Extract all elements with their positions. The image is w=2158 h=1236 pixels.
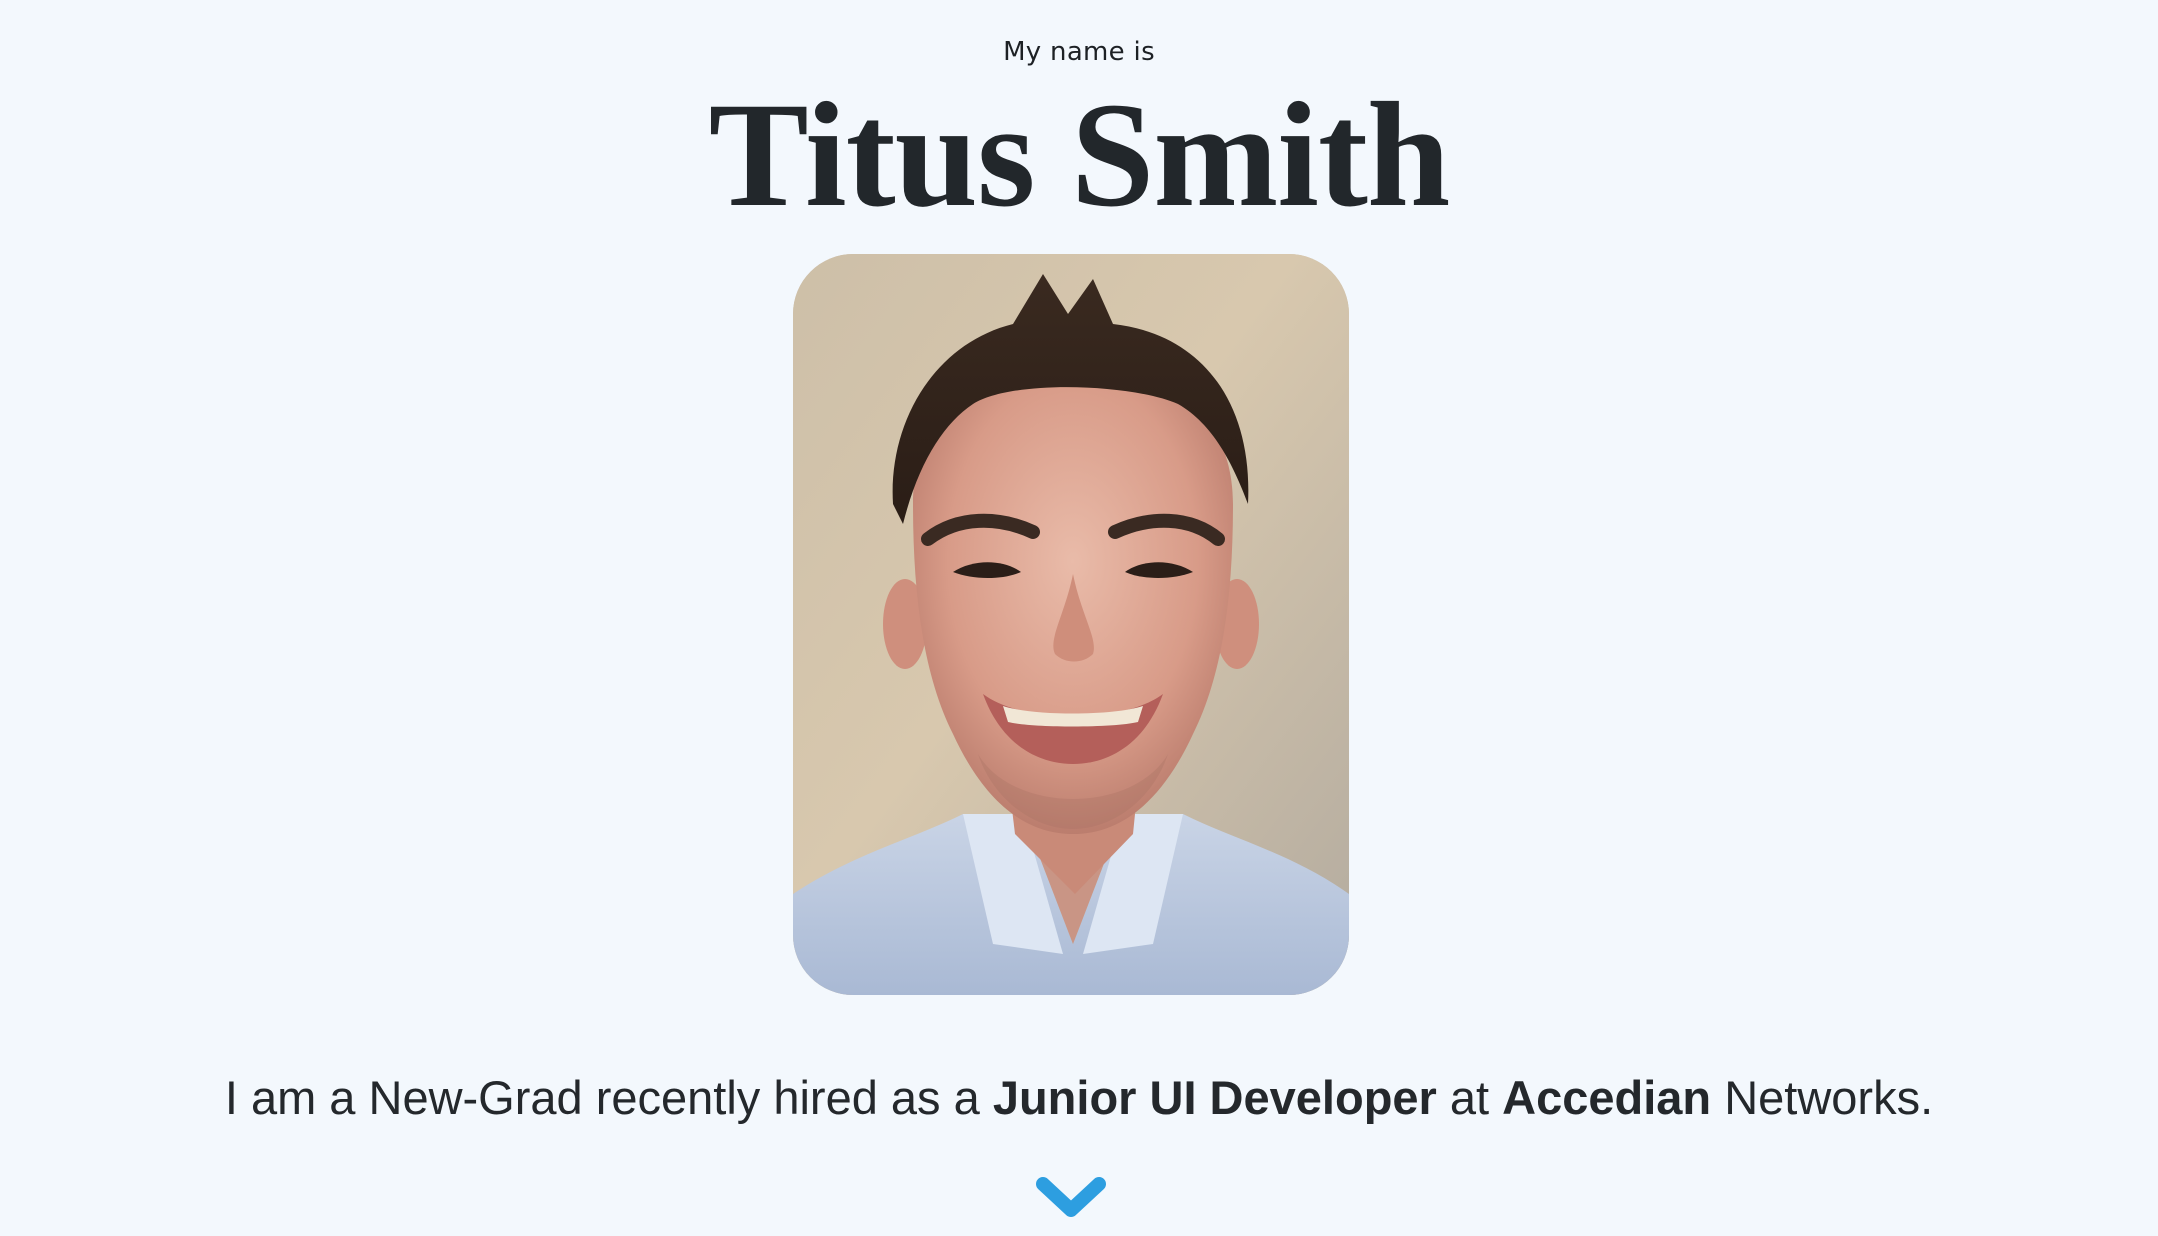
intro-role: Junior UI Developer (992, 1071, 1437, 1124)
hero-section: My name is Titus Smith I am a New-Grad r… (0, 0, 2158, 1236)
scroll-down-button[interactable] (1035, 1172, 1107, 1222)
eyebrow-text: My name is (1003, 37, 1155, 67)
intro-part-1: I am a New-Grad recently hired as a (224, 1071, 993, 1124)
chevron-down-icon (1036, 1177, 1106, 1217)
intro-part-2: at (1436, 1071, 1503, 1124)
profile-photo (793, 254, 1349, 995)
intro-company: Accedian (1502, 1071, 1712, 1124)
intro-part-3: Networks. (1711, 1071, 1934, 1124)
intro-text: I am a New-Grad recently hired as a Juni… (0, 1068, 2158, 1128)
page-title: Titus Smith (708, 72, 1451, 238)
